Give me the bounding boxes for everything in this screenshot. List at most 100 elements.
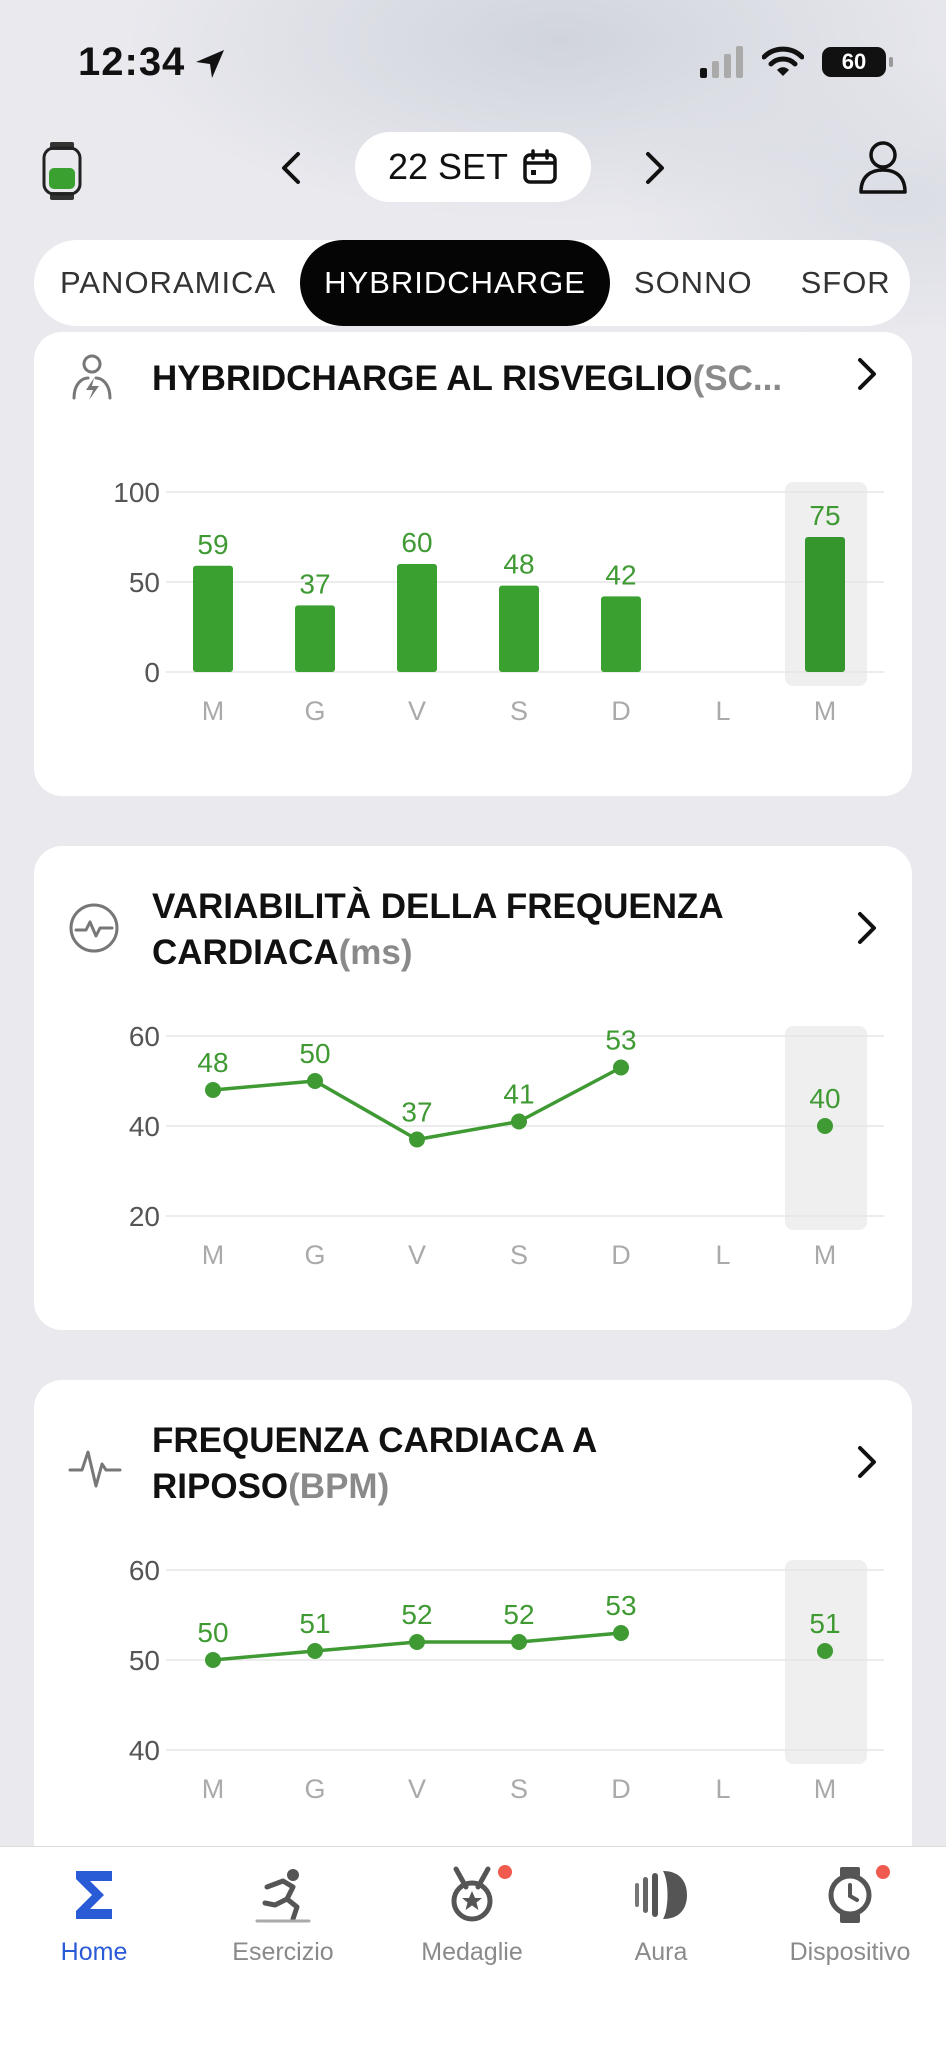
data-label: 37 <box>299 568 330 599</box>
x-tick-label: L <box>715 1774 730 1804</box>
data-label: 52 <box>503 1599 534 1630</box>
bar <box>397 564 437 672</box>
y-tick-label: 40 <box>129 1735 160 1766</box>
data-label: 40 <box>809 1083 840 1114</box>
data-label: 51 <box>299 1608 330 1639</box>
chevron-right-icon[interactable] <box>852 908 882 958</box>
data-point <box>511 1113 527 1130</box>
x-tick-label: S <box>510 1240 528 1270</box>
highlight-column <box>785 1560 867 1764</box>
x-tick-label: D <box>611 1240 631 1270</box>
status-icons: 60 <box>700 46 893 78</box>
x-tick-label: V <box>408 696 426 726</box>
nav-aura[interactable]: Aura <box>571 1865 751 1967</box>
data-point <box>205 1082 221 1098</box>
x-tick-label: V <box>408 1774 426 1804</box>
location-arrow-icon <box>196 50 224 78</box>
chevron-left-icon <box>282 152 300 184</box>
aura-icon <box>635 1871 687 1919</box>
x-tick-label: D <box>611 696 631 726</box>
data-label: 50 <box>299 1038 330 1069</box>
x-tick-label: L <box>715 1240 730 1270</box>
header: 22 SET <box>0 130 946 230</box>
card-title: VARIABILITÀ DELLA FREQUENZA CARDIACA(ms) <box>152 887 723 972</box>
data-label: 42 <box>605 559 636 590</box>
data-label: 37 <box>401 1097 432 1128</box>
data-point <box>307 1073 323 1089</box>
data-point <box>613 1059 629 1076</box>
card-hybridcharge[interactable]: HYBRIDCHARGE AL RISVEGLIO(SC... 0 50 100 M G… <box>34 332 912 796</box>
sigma-home-icon <box>76 1871 112 1919</box>
y-tick-label: 20 <box>129 1201 160 1232</box>
cellular-signal-icon <box>700 46 743 78</box>
profile-icon[interactable] <box>858 140 908 194</box>
data-point <box>817 1118 833 1134</box>
y-tick-label: 40 <box>129 1111 160 1142</box>
data-label: 53 <box>605 1025 636 1056</box>
medal-icon <box>451 1866 493 1922</box>
category-tabs: PANORAMICA HYBRIDCHARGE SONNO SFOR <box>34 240 910 326</box>
y-tick-label: 50 <box>129 567 160 598</box>
x-tick-label: S <box>510 696 528 726</box>
bar <box>805 537 845 672</box>
watch-device-icon <box>828 1867 872 1923</box>
x-tick-label: S <box>510 1774 528 1804</box>
calendar-icon <box>523 149 557 184</box>
heart-rate-variability-icon <box>69 903 119 953</box>
data-point <box>613 1625 629 1641</box>
x-tick-label: V <box>408 1240 426 1270</box>
data-label: 50 <box>197 1617 228 1648</box>
data-label: 51 <box>809 1608 840 1639</box>
date-selector[interactable]: 22 SET <box>355 132 591 202</box>
x-tick-label: M <box>202 1240 225 1270</box>
bar <box>601 596 641 672</box>
bar <box>295 605 335 672</box>
card-title: HYBRIDCHARGE AL RISVEGLIO(SC... <box>152 359 783 398</box>
y-tick-label: 100 <box>113 477 160 508</box>
data-point <box>511 1634 527 1650</box>
hybridcharge-person-icon <box>72 354 112 400</box>
previous-date-button[interactable] <box>272 148 312 188</box>
status-time: 12:34 <box>78 40 186 84</box>
data-label: 48 <box>197 1047 228 1078</box>
y-tick-label: 0 <box>144 657 160 688</box>
notification-badge <box>498 1865 512 1879</box>
data-label: 60 <box>401 527 432 558</box>
x-tick-label: M <box>202 696 225 726</box>
nav-medaglie[interactable]: Medaglie <box>382 1865 562 1967</box>
nav-dispositivo[interactable]: Dispositivo <box>760 1865 940 1967</box>
card-title: FREQUENZA CARDIACA A RIPOSO(BPM) <box>152 1421 596 1506</box>
nav-esercizio[interactable]: Esercizio <box>193 1865 373 1967</box>
x-tick-label: M <box>814 1240 837 1270</box>
chevron-right-icon[interactable] <box>852 1442 882 1492</box>
y-tick-label: 60 <box>129 1555 160 1586</box>
nav-home[interactable]: Home <box>4 1865 184 1967</box>
notification-badge <box>876 1865 890 1879</box>
x-tick-label: M <box>202 1774 225 1804</box>
bar <box>499 585 539 672</box>
data-point <box>205 1652 221 1668</box>
y-tick-label: 60 <box>129 1021 160 1052</box>
runner-icon <box>255 1869 311 1923</box>
watch-battery-icon[interactable] <box>42 142 82 200</box>
data-point <box>409 1131 425 1148</box>
tab-sonno[interactable]: SONNO <box>610 240 777 326</box>
hybridcharge-bar-chart: 0 50 100 M G V S D L M 59 37 60 48 42 75 <box>113 477 884 726</box>
x-tick-label: D <box>611 1774 631 1804</box>
data-label: 52 <box>401 1599 432 1630</box>
card-hrv[interactable]: VARIABILITÀ DELLA FREQUENZA CARDIACA(ms)… <box>34 846 912 1330</box>
tab-sforzo[interactable]: SFOR <box>777 240 910 326</box>
data-label: 75 <box>809 500 840 531</box>
x-tick-label: M <box>814 696 837 726</box>
data-label: 41 <box>503 1079 534 1110</box>
data-point <box>409 1634 425 1650</box>
x-tick-label: G <box>304 696 325 726</box>
hrv-line-chart: 20 40 60 M G V S D L M 48 50 37 41 53 40 <box>129 1021 884 1270</box>
card-resting-hr[interactable]: FREQUENZA CARDIACA A RIPOSO(BPM) 40 50 60 M… <box>34 1380 912 1870</box>
next-date-button[interactable] <box>634 148 674 188</box>
tab-hybridcharge[interactable]: HYBRIDCHARGE <box>300 240 610 326</box>
x-tick-label: G <box>304 1774 325 1804</box>
tab-panoramica[interactable]: PANORAMICA <box>34 240 300 326</box>
wifi-icon <box>762 46 804 76</box>
chevron-right-icon[interactable] <box>852 354 882 404</box>
